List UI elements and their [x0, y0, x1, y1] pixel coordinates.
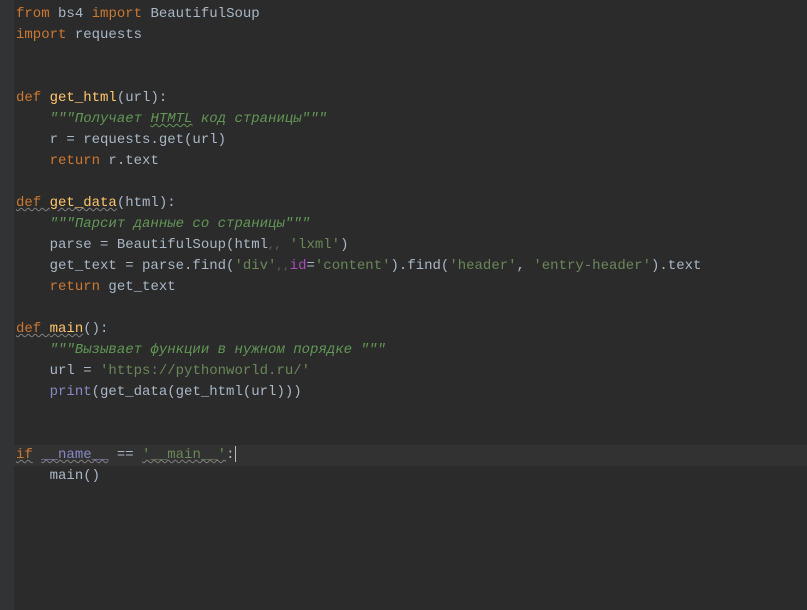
code-line-blank [0, 424, 807, 445]
op-eq: == [108, 447, 142, 463]
fn-get-data: get_data [50, 195, 117, 211]
code-line-blank [0, 172, 807, 193]
code-text: ).text [651, 258, 701, 274]
code-text: url = [50, 363, 100, 379]
keyword-def: def [16, 90, 41, 106]
code-line-active: if __name__ == '__main__': [0, 445, 807, 466]
docstring: """Вызывает функции в нужном порядке """ [50, 342, 386, 358]
code-text: (get_data(get_html(url))) [92, 384, 302, 400]
docstring: """Парсит данные со страницы""" [50, 216, 310, 232]
string-entry-header: 'entry-header' [533, 258, 651, 274]
code-line: url = 'https://pythonworld.ru/' [0, 361, 807, 382]
colon: : [226, 447, 234, 463]
string-url: 'https://pythonworld.ru/' [100, 363, 310, 379]
code-text: get_text [100, 279, 176, 295]
code-line: parse = BeautifulSoup(html,, 'lxml') [0, 235, 807, 256]
code-line: return r.text [0, 151, 807, 172]
code-line: from bs4 import BeautifulSoup [0, 4, 807, 25]
string-div: 'div' [234, 258, 276, 274]
params: (): [83, 321, 108, 337]
code-line-blank [0, 298, 807, 319]
param-hint: ,, [268, 240, 281, 252]
string-main: '__main__' [142, 447, 226, 463]
code-line: """Вызывает функции в нужном порядке """ [0, 340, 807, 361]
class-beautifulsoup: BeautifulSoup [150, 6, 259, 22]
code-text: r = requests.get(url) [50, 132, 226, 148]
text-caret [235, 446, 236, 462]
params: (html): [117, 195, 176, 211]
code-text: r.text [100, 153, 159, 169]
dunder-name: __name__ [41, 447, 108, 463]
string-content: 'content' [315, 258, 391, 274]
code-line-blank [0, 46, 807, 67]
code-line-blank [0, 67, 807, 88]
keyword-def-warn: def [16, 321, 50, 337]
string-header: 'header' [449, 258, 516, 274]
string-lxml: 'lxml' [290, 237, 340, 253]
kwarg-id: id [290, 258, 307, 274]
code-line: import requests [0, 25, 807, 46]
keyword-return: return [50, 153, 100, 169]
keyword-import: import [16, 27, 66, 43]
code-line: main() [0, 466, 807, 487]
docstring: код страницы""" [192, 111, 326, 127]
module-requests: requests [75, 27, 142, 43]
code-editor[interactable]: from bs4 import BeautifulSoup import req… [0, 0, 807, 487]
code-text: ).find( [391, 258, 450, 274]
eq: = [306, 258, 314, 274]
code-text: main() [50, 468, 100, 484]
code-line: """Получает HTMTL код страницы""" [0, 109, 807, 130]
fn-main: main [50, 321, 84, 337]
code-line: def main(): [0, 319, 807, 340]
code-line: r = requests.get(url) [0, 130, 807, 151]
params: (url): [117, 90, 167, 106]
code-text: parse = BeautifulSoup(html [50, 237, 268, 253]
docstring: """Получает [50, 111, 151, 127]
keyword-return: return [50, 279, 100, 295]
code-line: """Парсит данные со страницы""" [0, 214, 807, 235]
keyword-if-warn: if [16, 447, 33, 463]
code-line-blank [0, 403, 807, 424]
comma: , [517, 258, 534, 274]
code-text: get_text = parse.find( [50, 258, 235, 274]
gutter [0, 0, 14, 610]
typo-htmtl: HTMTL [150, 111, 192, 127]
keyword-from: from [16, 6, 50, 22]
param-hint: ,, [276, 261, 289, 273]
code-line: def get_data(html): [0, 193, 807, 214]
keyword-def-warn: def [16, 195, 50, 211]
keyword-import: import [92, 6, 142, 22]
code-line: get_text = parse.find('div',,id='content… [0, 256, 807, 277]
code-line: def get_html(url): [0, 88, 807, 109]
fn-get-html: get_html [50, 90, 117, 106]
code-line: return get_text [0, 277, 807, 298]
code-line: print(get_data(get_html(url))) [0, 382, 807, 403]
close-paren: ) [340, 237, 348, 253]
module-bs4: bs4 [58, 6, 83, 22]
builtin-print: print [50, 384, 92, 400]
